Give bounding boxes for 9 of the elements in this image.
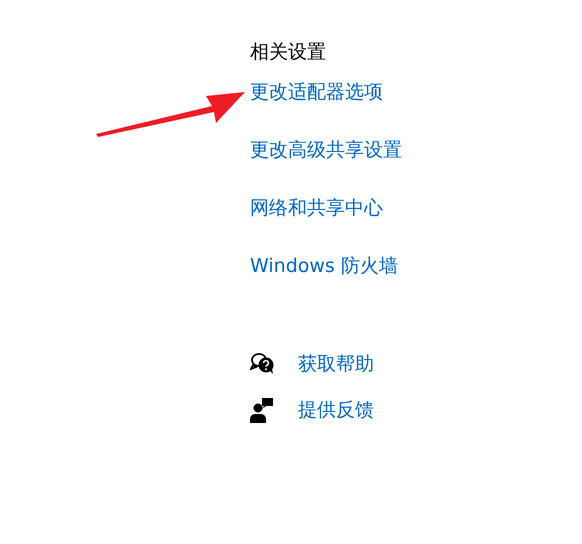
settings-link[interactable]: 网络和共享中心 (250, 194, 383, 222)
settings-link[interactable]: Windows 防火墙 (250, 252, 398, 280)
section-title: 相关设置 (250, 40, 326, 65)
support-link[interactable]: 获取帮助 (298, 350, 374, 378)
settings-link[interactable]: 更改适配器选项 (250, 78, 383, 106)
help-chat-icon (250, 352, 276, 376)
person-feedback-icon (250, 397, 274, 423)
support-link[interactable]: 提供反馈 (298, 396, 374, 424)
settings-link[interactable]: 更改高级共享设置 (250, 136, 402, 164)
